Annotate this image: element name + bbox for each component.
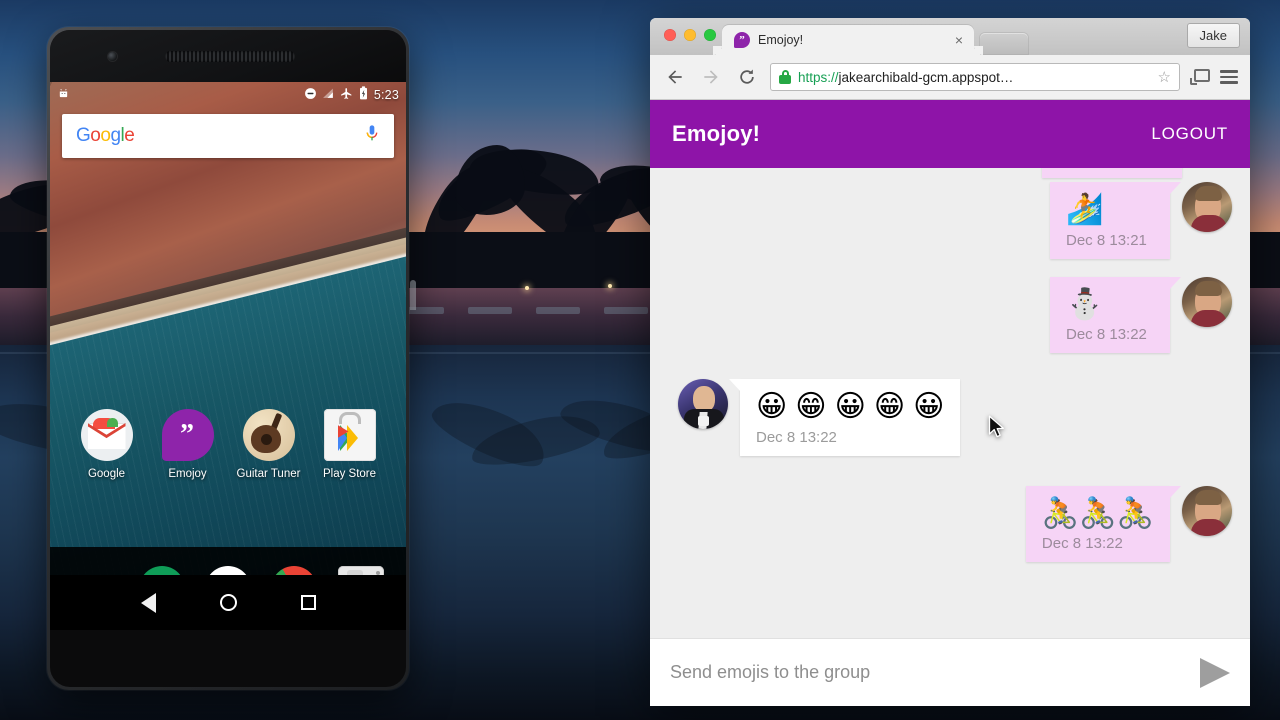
emoji: 😁 <box>795 389 827 424</box>
message-emojis: ⛄ <box>1066 286 1104 322</box>
message-row: ⛄ Dec 8 13:22 <box>668 276 1232 353</box>
hamburger-menu-icon[interactable] <box>1220 70 1238 84</box>
message-bubble-incoming[interactable]: 😀 😁 😀 😁 😀 Dec 8 13:22 <box>728 379 961 456</box>
signal-icon <box>322 87 335 103</box>
app-icon-google[interactable]: Google <box>75 409 139 480</box>
close-icon[interactable] <box>664 29 676 41</box>
message-emojis: 😀 😁 😀 😁 😀 <box>756 391 944 423</box>
android-navigation-bar <box>50 575 406 630</box>
avatar <box>1182 276 1232 327</box>
emoji: 🚴 <box>1116 495 1154 531</box>
emojoy-icon: ” <box>734 32 750 48</box>
tab-title: Emojoy! <box>758 33 804 47</box>
battery-charging-icon <box>358 86 369 103</box>
phone-screen[interactable]: 5:23 Google Google ” Emojoy Guitar Tuner… <box>50 82 406 630</box>
browser-tab-strip: ” Emojoy! × Jake <box>650 18 1250 55</box>
message-row: 😀 😁 😀 😁 😀 Dec 8 13:22 <box>678 379 1232 456</box>
phone-top-bezel <box>50 30 406 82</box>
android-phone-device: 5:23 Google Google ” Emojoy Guitar Tuner… <box>47 27 409 690</box>
secure-lock-icon <box>779 70 791 84</box>
message-row: 🏄 Dec 8 13:21 <box>668 182 1232 259</box>
new-tab-button[interactable] <box>980 33 1028 54</box>
message-row: 🚴 🚴 🚴 Dec 8 13:22 <box>668 485 1232 562</box>
airplane-mode-icon <box>340 87 353 103</box>
url-host: jakearchibald-gcm.appspot… <box>838 69 1014 85</box>
emoji: 🚴 <box>1079 495 1117 531</box>
zoom-icon[interactable] <box>704 29 716 41</box>
app-label: Guitar Tuner <box>236 468 301 480</box>
browser-toolbar: https://jakearchibald-gcm.appspot… ☆ <box>650 55 1250 100</box>
browser-tab[interactable]: ” Emojoy! × <box>713 25 983 55</box>
emoji: 😁 <box>873 389 906 424</box>
message-composer <box>650 638 1250 706</box>
google-logo: Google <box>76 125 135 146</box>
emoji: 😀 <box>913 389 945 424</box>
microphone-icon[interactable] <box>364 124 380 149</box>
home-screen-app-grid: Google ” Emojoy Guitar Tuner Play Store <box>50 409 406 480</box>
play-store-icon <box>323 409 376 461</box>
avatar <box>1182 182 1232 232</box>
address-bar[interactable]: https://jakearchibald-gcm.appspot… ☆ <box>770 63 1180 91</box>
app-label: Emojoy <box>168 468 207 480</box>
app-label: Play Store <box>322 468 377 480</box>
earpiece-speaker <box>165 51 295 62</box>
forward-button[interactable] <box>698 64 724 90</box>
emoji: 😀 <box>756 389 788 424</box>
minimize-icon[interactable] <box>684 29 696 41</box>
message-timestamp: Dec 8 13:21 <box>1066 231 1147 249</box>
recents-icon[interactable] <box>297 592 319 614</box>
message-bubble-outgoing[interactable]: 🏄 Dec 8 13:21 <box>1050 182 1181 259</box>
tab-close-button[interactable]: × <box>952 33 966 47</box>
avatar <box>678 379 728 429</box>
app-label: Google <box>87 468 126 480</box>
home-icon[interactable] <box>217 592 239 614</box>
cast-icon[interactable] <box>1190 69 1210 85</box>
emoji: 😀 <box>834 389 866 424</box>
logout-button[interactable]: LOGOUT <box>1151 124 1228 144</box>
app-icon-play-store[interactable]: Play Store <box>318 409 382 480</box>
back-icon[interactable] <box>137 592 159 614</box>
message-timestamp: Dec 8 13:22 <box>1041 535 1123 552</box>
status-bar-clock: 5:23 <box>373 87 399 102</box>
message-timestamp: Dec 8 13:22 <box>1066 326 1147 343</box>
url-text: https://jakearchibald-gcm.appspot… <box>798 70 1151 85</box>
message-bubble-outgoing[interactable]: 🚴 🚴 🚴 Dec 8 13:22 <box>1025 485 1182 562</box>
app-icon-emojoy[interactable]: ” Emojoy <box>156 409 220 480</box>
send-icon[interactable] <box>1200 657 1230 688</box>
message-emojis: 🏄 <box>1066 192 1104 227</box>
url-scheme: https:// <box>798 69 839 85</box>
avatar <box>1182 485 1232 536</box>
message-timestamp: Dec 8 13:22 <box>756 428 837 446</box>
profile-button[interactable]: Jake <box>1186 23 1240 48</box>
reload-button[interactable] <box>734 64 760 90</box>
do-not-disturb-icon <box>304 87 317 103</box>
chat-message-list[interactable]: 🏄 Dec 8 13:21 ⛄ Dec 8 13:22 😀 😁 😀 😁 😀 De… <box>650 168 1250 638</box>
app-icon-guitar-tuner[interactable]: Guitar Tuner <box>237 409 301 480</box>
emojoy-icon: ” <box>161 409 214 461</box>
back-button[interactable] <box>662 64 688 90</box>
message-bubble-outgoing[interactable]: ⛄ Dec 8 13:22 <box>1050 276 1181 353</box>
phone-status-bar: 5:23 <box>50 82 406 107</box>
message-input[interactable] <box>670 662 1186 683</box>
android-notification-icon <box>57 87 70 103</box>
partial-message-bubble <box>1042 168 1182 178</box>
gmail-icon <box>80 409 133 461</box>
emoji: 🚴 <box>1041 495 1080 531</box>
window-controls <box>664 29 716 41</box>
app-header: Emojoy! LOGOUT <box>650 100 1250 168</box>
bookmark-star-icon[interactable]: ☆ <box>1158 68 1171 86</box>
app-title: Emojoy! <box>672 121 761 146</box>
google-search-widget[interactable]: Google <box>62 114 394 158</box>
guitar-icon <box>242 409 295 461</box>
browser-window: ” Emojoy! × Jake https://jakearchibald-g… <box>650 18 1250 706</box>
front-camera-icon <box>108 52 117 61</box>
message-emojis: 🚴 🚴 🚴 <box>1041 495 1154 531</box>
